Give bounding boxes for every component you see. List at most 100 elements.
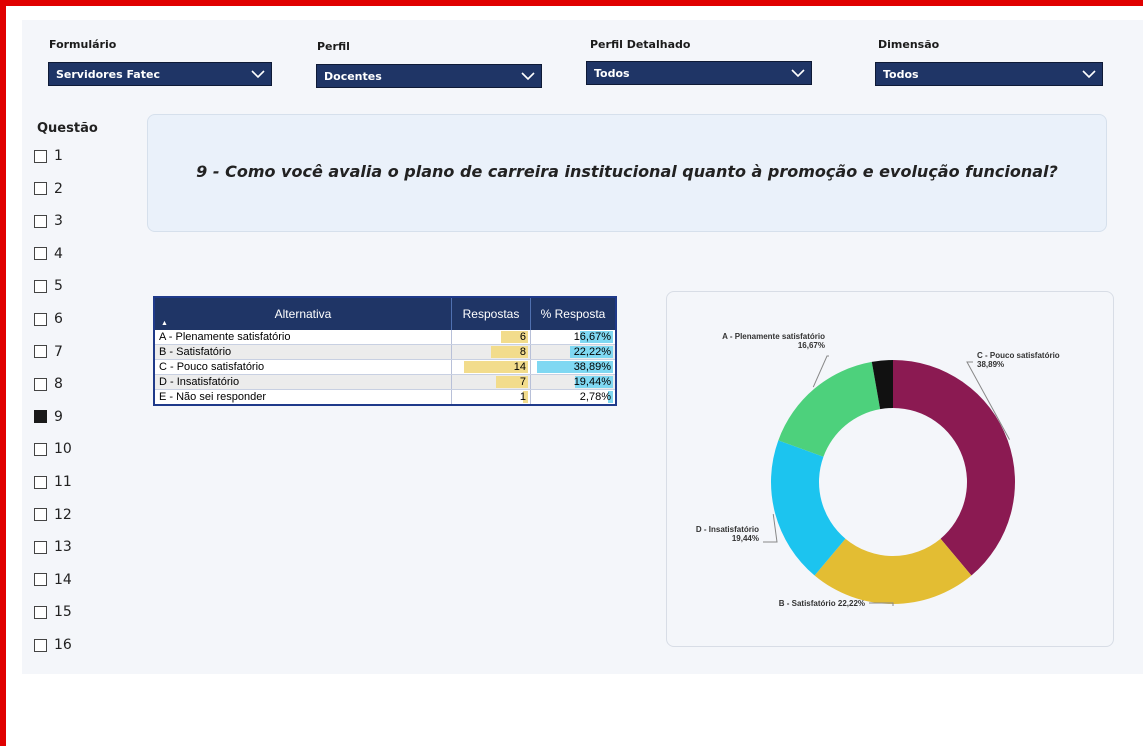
questao-item-15[interactable]: 15 [34, 603, 72, 621]
donut-data-label: 16,67% [798, 341, 825, 350]
questao-item-12[interactable]: 12 [34, 506, 72, 524]
filter-label-formulario: Formulário [49, 38, 117, 51]
donut-label-leader [869, 602, 894, 606]
frame-top-border [0, 0, 1143, 6]
cell-alternativa: B - Satisfatório [154, 344, 452, 360]
checkbox[interactable] [34, 149, 47, 163]
donut-slice[interactable] [814, 538, 972, 604]
col-header-alternativa-label: Alternativa [274, 307, 332, 321]
checkbox[interactable] [34, 345, 47, 359]
questao-item-label: 14 [54, 571, 72, 588]
respostas-value: 7 [519, 376, 526, 388]
table-row[interactable]: E - Não sei responder 1 2,78% [154, 389, 616, 406]
questao-item-10[interactable]: 10 [34, 440, 72, 458]
cell-pct: 22,22% [530, 344, 616, 360]
pct-value: 19,44% [573, 376, 611, 388]
questao-item-label: 8 [54, 376, 63, 393]
questao-item-6[interactable]: 6 [34, 310, 63, 328]
questao-item-14[interactable]: 14 [34, 571, 72, 589]
sort-ascending-icon[interactable]: ▲ [161, 320, 168, 327]
checkbox[interactable] [34, 279, 47, 293]
table-row[interactable]: D - Insatisfatório 7 19,44% [154, 374, 616, 390]
checkbox[interactable] [34, 573, 47, 587]
questao-item-label: 3 [54, 213, 63, 230]
cell-respostas: 7 [451, 374, 531, 390]
formulario-value: Servidores Fatec [56, 68, 160, 81]
donut-data-label: 38,89% [977, 360, 1004, 369]
questao-item-4[interactable]: 4 [34, 245, 63, 263]
questao-item-label: 4 [54, 245, 63, 262]
cell-alternativa: A - Plenamente satisfatório [154, 330, 452, 345]
col-header-pct[interactable]: % Resposta [530, 297, 616, 330]
checkbox[interactable] [34, 442, 47, 456]
table-row[interactable]: B - Satisfatório 8 22,22% [154, 344, 616, 360]
cell-alternativa: E - Não sei responder [154, 389, 452, 406]
donut-slice[interactable] [893, 360, 1015, 576]
respostas-value: 6 [519, 331, 526, 343]
questao-title: Questão [37, 121, 98, 136]
cell-pct: 19,44% [530, 374, 616, 390]
formulario-dropdown[interactable]: Servidores Fatec [48, 62, 272, 86]
donut-data-label: A - Plenamente satisfatório [722, 332, 825, 341]
checkbox[interactable] [34, 247, 47, 261]
checkbox[interactable] [34, 540, 47, 554]
checkbox[interactable] [34, 508, 47, 522]
questao-item-7[interactable]: 7 [34, 343, 63, 361]
questao-item-label: 10 [54, 441, 72, 458]
donut-slice[interactable] [778, 361, 881, 457]
questao-item-5[interactable]: 5 [34, 277, 63, 295]
cell-respostas: 14 [451, 359, 531, 375]
checkbox[interactable] [34, 312, 47, 326]
pct-value: 38,89% [573, 361, 611, 373]
checkbox[interactable] [34, 475, 47, 489]
perfil-dropdown[interactable]: Docentes [316, 64, 542, 88]
responses-table: Alternativa ▲ Respostas % Resposta A - P… [153, 296, 617, 406]
questao-item-label: 15 [54, 604, 72, 621]
donut-label-leader [763, 514, 778, 543]
cell-alternativa: D - Insatisfatório [154, 374, 452, 390]
checkbox[interactable] [34, 214, 47, 228]
cell-pct: 38,89% [530, 359, 616, 375]
pct-value: 16,67% [573, 331, 611, 343]
questao-item-label: 5 [54, 278, 63, 295]
questao-item-16[interactable]: 16 [34, 636, 72, 654]
perfil-detalhado-value: Todos [594, 67, 630, 80]
checkbox[interactable] [34, 182, 47, 196]
questao-item-3[interactable]: 3 [34, 212, 63, 230]
checkbox[interactable] [34, 377, 47, 391]
checkbox[interactable] [34, 638, 47, 652]
table-row[interactable]: C - Pouco satisfatório 14 38,89% [154, 359, 616, 375]
questao-item-13[interactable]: 13 [34, 538, 72, 556]
cell-respostas: 1 [451, 389, 531, 406]
question-card: 9 - Como você avalia o plano de carreira… [147, 114, 1107, 232]
checkbox[interactable] [34, 410, 47, 424]
questao-item-label: 11 [54, 474, 72, 490]
respostas-value: 8 [519, 346, 526, 358]
cell-respostas: 6 [451, 330, 531, 345]
donut-data-label: D - Insatisfatório [696, 525, 759, 534]
respostas-value: 14 [513, 361, 526, 373]
questao-item-label: 16 [54, 637, 72, 653]
questao-item-2[interactable]: 2 [34, 180, 63, 198]
donut-data-label: 19,44% [732, 534, 759, 543]
perfil-detalhado-dropdown[interactable]: Todos [586, 61, 812, 85]
questao-item-11[interactable]: 11 [34, 473, 72, 491]
chevron-down-icon [251, 70, 265, 79]
questao-item-1[interactable]: 1 [34, 147, 63, 165]
questao-item-label: 6 [54, 311, 63, 327]
questao-item-label: 2 [54, 180, 63, 197]
col-header-respostas[interactable]: Respostas [451, 297, 531, 330]
questao-item-label: 7 [54, 343, 63, 360]
col-header-alternativa[interactable]: Alternativa ▲ [154, 297, 452, 330]
filter-label-perfil: Perfil [317, 40, 350, 53]
questao-item-8[interactable]: 8 [34, 375, 63, 393]
checkbox[interactable] [34, 605, 47, 619]
questao-item-label: 1 [54, 148, 63, 164]
dimensao-dropdown[interactable]: Todos [875, 62, 1103, 86]
dimensao-value: Todos [883, 68, 919, 81]
respostas-value: 1 [519, 391, 526, 403]
questao-item-9[interactable]: 9 [34, 408, 63, 426]
donut-data-label: C - Pouco satisfatório [977, 351, 1060, 360]
table-row[interactable]: A - Plenamente satisfatório 6 16,67% [154, 330, 616, 345]
question-text: 9 - Como você avalia o plano de carreira… [196, 162, 1058, 181]
